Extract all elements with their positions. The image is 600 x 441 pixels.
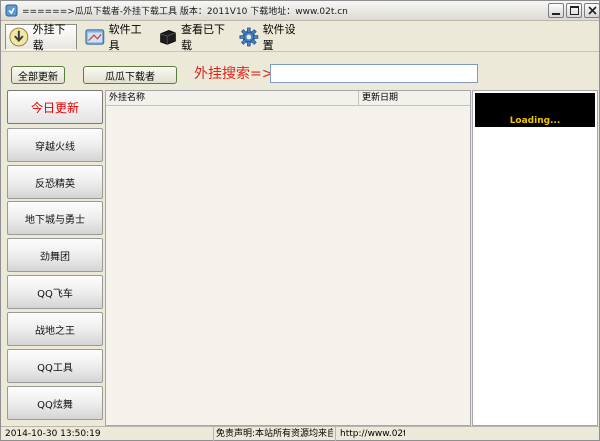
gear-icon bbox=[239, 27, 259, 47]
search-label: 外挂搜索=> bbox=[194, 66, 274, 82]
window-title: ======>瓜瓜下载者-外挂下载工具 版本：2011V10 下载地址：www.… bbox=[22, 7, 348, 17]
nav-item-qq-speed[interactable]: QQ飞车 bbox=[7, 275, 103, 309]
tab-software-tools[interactable]: 软件工具 bbox=[81, 23, 153, 52]
tab-label: 软件工具 bbox=[108, 23, 142, 52]
maximize-icon bbox=[569, 6, 579, 15]
title-bar[interactable]: ======>瓜瓜下载者-外挂下载工具 版本：2011V10 下载地址：www.… bbox=[1, 1, 600, 21]
nav-item-qq-dance[interactable]: QQ炫舞 bbox=[7, 386, 103, 420]
toolbar: 外挂下载 软件工具 查看已下载 软件设置 bbox=[1, 22, 599, 52]
tab-plugin-download[interactable]: 外挂下载 bbox=[5, 23, 77, 52]
loading-banner: Loading... bbox=[475, 93, 595, 127]
download-arrow-icon bbox=[9, 27, 29, 47]
nav-item-dnf[interactable]: 地下城与勇士 bbox=[7, 201, 103, 235]
table-header: 外挂名称 更新日期 bbox=[106, 91, 470, 106]
tab-label: 外挂下载 bbox=[32, 23, 66, 52]
app-icon bbox=[5, 4, 18, 17]
nav-item-qq-tools[interactable]: QQ工具 bbox=[7, 349, 103, 383]
maximize-button[interactable] bbox=[566, 3, 582, 18]
minimize-button[interactable] bbox=[548, 3, 564, 18]
minimize-icon bbox=[552, 12, 560, 15]
nav-item-war-rock[interactable]: 战地之王 bbox=[7, 312, 103, 346]
status-bar: 2014-10-30 13:50:19 免责声明:本站所有资源均来自 http:… bbox=[1, 426, 599, 441]
downloaded-folder-icon bbox=[160, 30, 176, 45]
downloader-button[interactable]: 瓜瓜下载者 bbox=[83, 66, 177, 84]
tools-window-icon bbox=[85, 29, 105, 45]
close-button[interactable] bbox=[584, 3, 600, 18]
nav-item-today-updates[interactable]: 今日更新 bbox=[7, 90, 103, 124]
search-input[interactable] bbox=[270, 64, 478, 83]
nav-item-audition[interactable]: 劲舞团 bbox=[7, 238, 103, 272]
tab-label: 查看已下载 bbox=[181, 23, 225, 52]
tab-view-downloaded[interactable]: 查看已下载 bbox=[155, 23, 231, 52]
plugin-table[interactable]: 外挂名称 更新日期 bbox=[105, 90, 471, 426]
close-icon bbox=[587, 6, 597, 15]
status-disclaimer: 免责声明:本站所有资源均来自 bbox=[213, 427, 333, 441]
nav-item-counter-strike[interactable]: 反恐精英 bbox=[7, 165, 103, 199]
tab-software-settings[interactable]: 软件设置 bbox=[235, 23, 307, 52]
update-all-button[interactable]: 全部更新 bbox=[11, 66, 65, 84]
main-window: ======>瓜瓜下载者-外挂下载工具 版本：2011V10 下载地址：www.… bbox=[0, 0, 600, 441]
status-url[interactable]: http://www.02t.cn bbox=[335, 427, 405, 441]
nav-item-crossfire[interactable]: 穿越火线 bbox=[7, 128, 103, 162]
tab-label: 软件设置 bbox=[262, 23, 296, 52]
column-header-name[interactable]: 外挂名称 bbox=[106, 91, 359, 106]
preview-panel: Loading... bbox=[472, 90, 598, 426]
column-header-date[interactable]: 更新日期 bbox=[359, 91, 470, 106]
status-datetime: 2014-10-30 13:50:19 bbox=[5, 429, 101, 439]
